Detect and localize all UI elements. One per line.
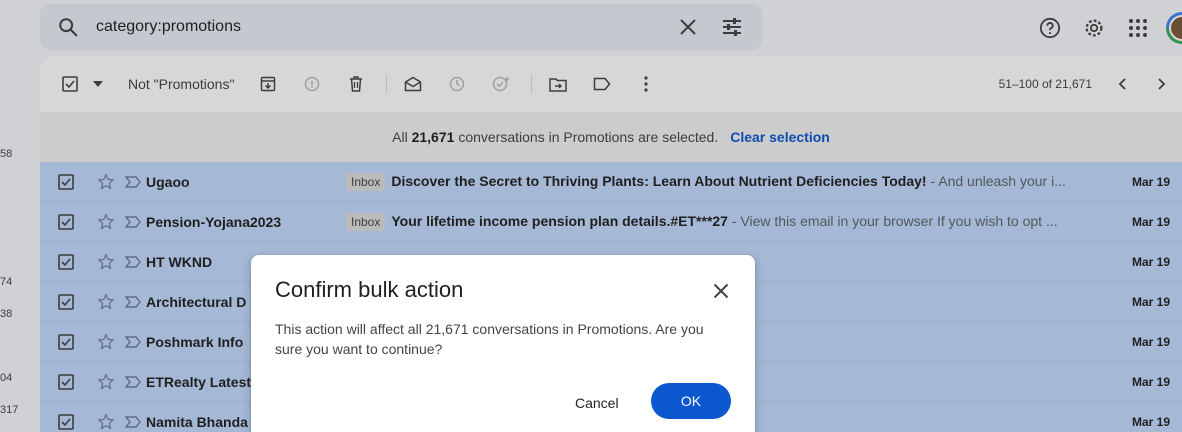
dialog-title: Confirm bulk action [275, 277, 464, 302]
dialog-message: This action will affect all 21,671 conve… [275, 321, 704, 357]
ok-button[interactable]: OK [651, 383, 731, 419]
cancel-button[interactable]: Cancel [563, 385, 631, 421]
confirm-bulk-action-dialog: Confirm bulk action This action will aff… [251, 255, 755, 432]
close-icon[interactable] [707, 277, 735, 305]
